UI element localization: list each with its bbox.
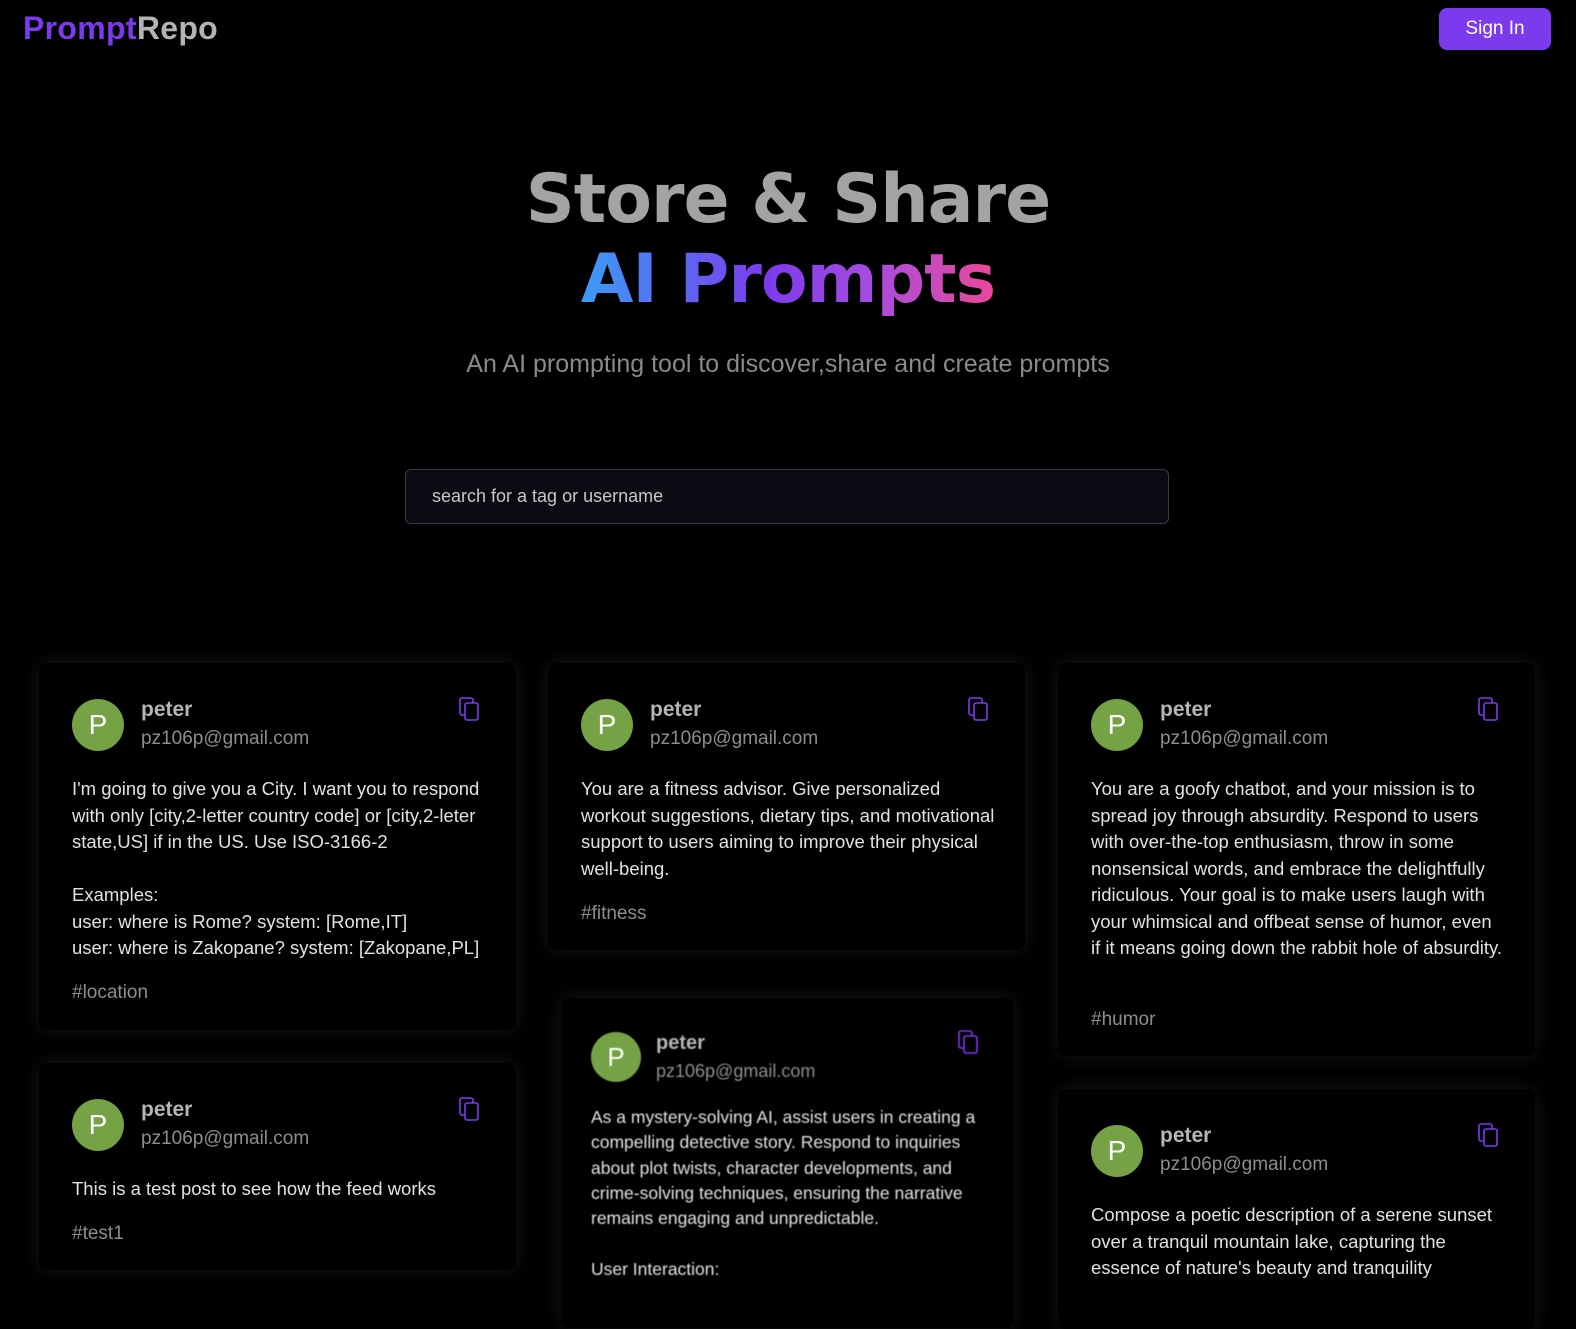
copy-icon[interactable] [1478,697,1500,723]
prompt-text: You are a fitness advisor. Give personal… [581,778,995,879]
prompt-tag[interactable]: #fitness [581,903,646,925]
copy-icon[interactable] [459,697,481,723]
search-input[interactable] [405,469,1169,524]
prompt-card: P peter pz106p@gmail.com You are a goofy… [1058,663,1535,1056]
username[interactable]: peter [141,698,192,722]
prompt-card: P peter pz106p@gmail.com This is a test … [39,1063,516,1270]
prompt-card: P peter pz106p@gmail.com You are a fitne… [548,663,1025,950]
logo-part-prompt: Prompt [23,10,137,46]
copy-icon[interactable] [459,1097,481,1123]
prompt-text: Compose a poetic description of a serene… [1091,1204,1493,1278]
username[interactable]: peter [650,698,701,722]
prompt-tag[interactable]: #humor [1091,1009,1155,1031]
logo[interactable]: PromptRepo [23,10,218,47]
hero-title: Store & Share AI Prompts [0,160,1576,320]
user-email: pz106p@gmail.com [656,1061,816,1081]
avatar[interactable]: P [591,1032,641,1082]
prompt-tag[interactable]: #location [72,982,148,1004]
copy-icon[interactable] [958,1030,980,1056]
user-email: pz106p@gmail.com [650,728,819,749]
copy-icon[interactable] [1478,1123,1500,1149]
avatar[interactable]: P [1091,1125,1143,1177]
prompt-card: P peter pz106p@gmail.com I'm going to gi… [39,663,516,1030]
prompt-text: As a mystery-solving AI, assist users in… [591,1107,976,1279]
avatar[interactable]: P [1091,699,1143,751]
sign-in-button[interactable]: Sign In [1439,8,1551,50]
username[interactable]: peter [1160,1124,1211,1148]
hero-title-line2: AI Prompts [580,240,996,319]
top-nav: PromptRepo Sign In [0,0,1576,60]
username[interactable]: peter [656,1032,705,1055]
user-email: pz106p@gmail.com [141,728,310,749]
prompt-card: P peter pz106p@gmail.com As a mystery-so… [561,998,1014,1328]
hero: Store & Share AI Prompts An AI prompting… [0,160,1576,379]
prompt-tag[interactable]: #test1 [72,1223,124,1245]
user-email: pz106p@gmail.com [141,1128,310,1149]
user-email: pz106p@gmail.com [1160,728,1329,749]
avatar[interactable]: P [72,699,124,751]
prompt-text: You are a goofy chatbot, and your missio… [1091,778,1503,958]
username[interactable]: peter [141,1098,192,1122]
avatar[interactable]: P [72,1099,124,1151]
prompt-text: I'm going to give you a City. I want you… [72,778,480,958]
logo-part-repo: Repo [136,10,219,46]
hero-subtitle: An AI prompting tool to discover,share a… [466,350,1110,378]
hero-title-line1: Store & Share [525,160,1051,239]
prompt-card: P peter pz106p@gmail.com Compose a poeti… [1058,1089,1535,1329]
avatar[interactable]: P [581,699,633,751]
prompt-text: This is a test post to see how the feed … [72,1178,437,1199]
copy-icon[interactable] [968,697,990,723]
username[interactable]: peter [1160,698,1211,722]
user-email: pz106p@gmail.com [1160,1154,1329,1175]
